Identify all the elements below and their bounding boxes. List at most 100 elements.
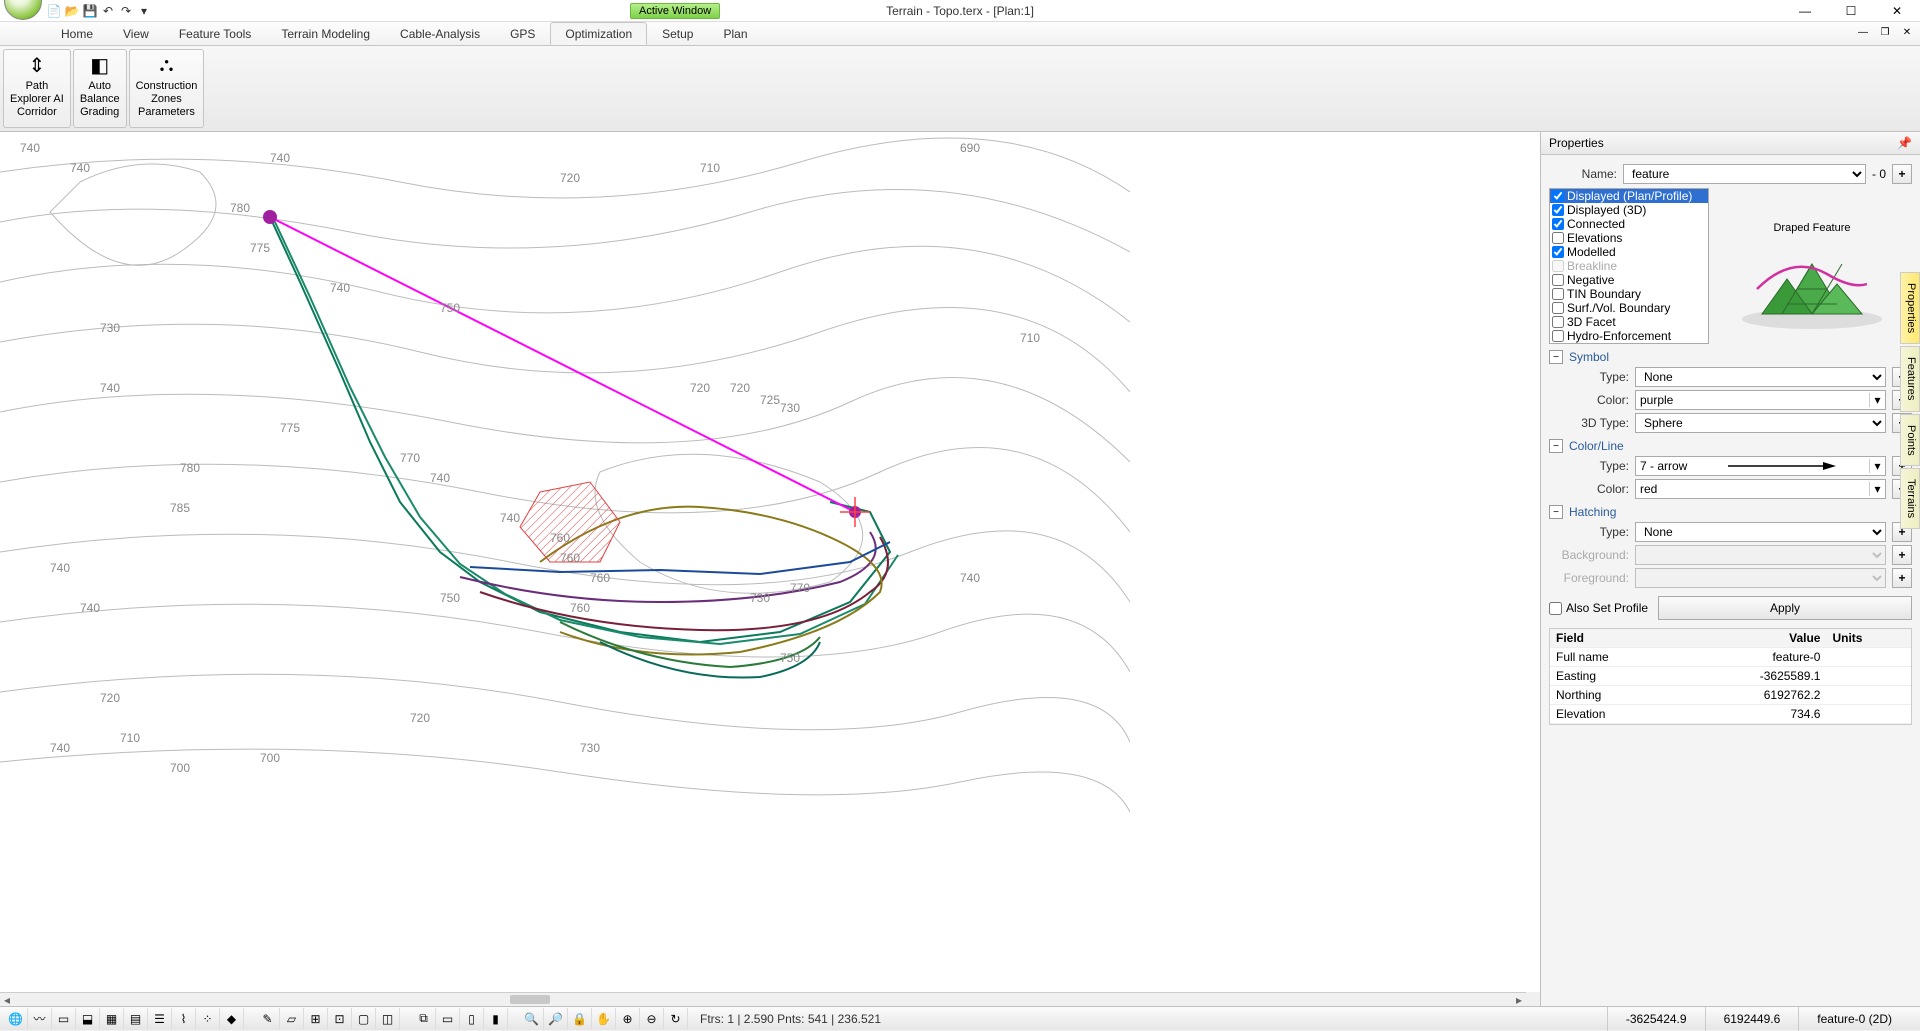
points-icon[interactable]: ⁘ bbox=[196, 1008, 220, 1030]
tab-optimization[interactable]: Optimization bbox=[550, 22, 647, 45]
3d-icon[interactable]: ⬓ bbox=[76, 1008, 100, 1030]
tool-icon-2[interactable]: ▱ bbox=[280, 1008, 304, 1030]
zoom-in-icon[interactable]: ⊕ bbox=[616, 1008, 640, 1030]
collapse-colorline-button[interactable]: − bbox=[1549, 439, 1563, 453]
check-hydro-enforcement[interactable]: Hydro-Enforcement bbox=[1550, 329, 1708, 343]
svg-text:720: 720 bbox=[560, 171, 580, 185]
new-icon[interactable]: 📄 bbox=[46, 3, 62, 19]
box-icon[interactable]: ▭ bbox=[52, 1008, 76, 1030]
table-row[interactable]: Easting-3625589.1 bbox=[1550, 667, 1911, 686]
contours-icon[interactable]: ⌇ bbox=[172, 1008, 196, 1030]
property-grid[interactable]: Field Value Units Full namefeature-0East… bbox=[1549, 628, 1912, 725]
tool-icon-6[interactable]: ◫ bbox=[376, 1008, 400, 1030]
check-displayed-d-[interactable]: Displayed (3D) bbox=[1550, 203, 1708, 217]
pin-icon[interactable]: 📌 bbox=[1897, 136, 1912, 150]
grid-icon[interactable]: ▦ bbox=[100, 1008, 124, 1030]
check--d-facet[interactable]: 3D Facet bbox=[1550, 315, 1708, 329]
tool-icon-3[interactable]: ⊞ bbox=[304, 1008, 328, 1030]
lock-icon[interactable]: 🔒 bbox=[568, 1008, 592, 1030]
tab-home[interactable]: Home bbox=[46, 22, 108, 45]
symbol-type-select[interactable]: None bbox=[1635, 367, 1886, 387]
hatching-bg-add-button[interactable]: + bbox=[1892, 545, 1912, 565]
tool-icon-1[interactable]: ✎ bbox=[256, 1008, 280, 1030]
mdi-close-icon[interactable]: ✕ bbox=[1898, 24, 1916, 40]
check-surf-vol-boundary[interactable]: Surf./Vol. Boundary bbox=[1550, 301, 1708, 315]
undo-icon[interactable]: ↶ bbox=[100, 3, 116, 19]
refresh-icon[interactable]: ↻ bbox=[664, 1008, 688, 1030]
table-icon[interactable]: ▤ bbox=[124, 1008, 148, 1030]
zoom-window-icon[interactable]: 🔎 bbox=[544, 1008, 568, 1030]
window-1-icon[interactable]: ▭ bbox=[436, 1008, 460, 1030]
surface-icon[interactable]: ◆ bbox=[220, 1008, 244, 1030]
line-type-select[interactable]: 7 - arrow ▾ bbox=[1635, 456, 1886, 476]
check-tin-boundary[interactable]: TIN Boundary bbox=[1550, 287, 1708, 301]
window-3-icon[interactable]: ▮ bbox=[484, 1008, 508, 1030]
table-row[interactable]: Elevation734.6 bbox=[1550, 705, 1911, 724]
sidetab-points[interactable]: Points bbox=[1900, 414, 1920, 467]
copy-icon[interactable]: ⧉ bbox=[412, 1008, 436, 1030]
svg-text:720: 720 bbox=[730, 381, 750, 395]
tab-gps[interactable]: GPS bbox=[495, 22, 550, 45]
line-color-select[interactable]: red ▾ bbox=[1635, 479, 1886, 499]
hatching-type-select[interactable]: None bbox=[1635, 522, 1886, 542]
display-options-list[interactable]: Displayed (Plan/Profile)Displayed (3D)Co… bbox=[1549, 188, 1709, 344]
table-row[interactable]: Full namefeature-0 bbox=[1550, 648, 1911, 667]
svg-text:710: 710 bbox=[120, 731, 140, 745]
check-displayed-plan-profile-[interactable]: Displayed (Plan/Profile) bbox=[1550, 189, 1708, 203]
apply-button[interactable]: Apply bbox=[1658, 596, 1912, 620]
check-negative[interactable]: Negative bbox=[1550, 273, 1708, 287]
check-breakline[interactable]: Breakline bbox=[1550, 259, 1708, 273]
tab-terrain-modeling[interactable]: Terrain Modeling bbox=[266, 22, 385, 45]
globe-icon[interactable]: 🌐 bbox=[4, 1008, 28, 1030]
tab-feature-tools[interactable]: Feature Tools bbox=[164, 22, 267, 45]
check-connected[interactable]: Connected bbox=[1550, 217, 1708, 231]
pan-icon[interactable]: ✋ bbox=[592, 1008, 616, 1030]
ribbon-auto[interactable]: ◧AutoBalanceGrading bbox=[73, 49, 127, 128]
tab-plan[interactable]: Plan bbox=[708, 22, 762, 45]
ribbon-path[interactable]: ⇕PathExplorer AICorridor bbox=[3, 49, 71, 128]
scroll-thumb[interactable] bbox=[510, 995, 550, 1004]
also-set-profile-checkbox[interactable] bbox=[1549, 602, 1562, 615]
ribbon-construction[interactable]: ⛬ConstructionZonesParameters bbox=[129, 49, 205, 128]
tab-setup[interactable]: Setup bbox=[647, 22, 708, 45]
mdi-minimize-icon[interactable]: — bbox=[1854, 24, 1872, 40]
collapse-symbol-button[interactable]: − bbox=[1549, 350, 1563, 364]
open-icon[interactable]: 📂 bbox=[64, 3, 80, 19]
minimize-button[interactable]: — bbox=[1782, 0, 1828, 22]
tab-view[interactable]: View bbox=[108, 22, 164, 45]
add-feature-button[interactable]: + bbox=[1892, 164, 1912, 184]
redo-icon[interactable]: ↷ bbox=[118, 3, 134, 19]
zoom-out-icon[interactable]: ⊖ bbox=[640, 1008, 664, 1030]
plan-viewport[interactable]: 7407407407757807107206907407507207207257… bbox=[0, 132, 1540, 1006]
sidetab-terrains[interactable]: Terrains bbox=[1900, 468, 1920, 529]
name-select[interactable]: feature bbox=[1623, 164, 1866, 184]
chevron-down-icon[interactable]: ▾ bbox=[1869, 482, 1885, 496]
qat-dropdown-icon[interactable]: ▾ bbox=[136, 3, 152, 19]
maximize-button[interactable]: ☐ bbox=[1828, 0, 1874, 22]
list-icon[interactable]: ☰ bbox=[148, 1008, 172, 1030]
window-2-icon[interactable]: ▯ bbox=[460, 1008, 484, 1030]
symbol-color-select[interactable]: purple ▾ bbox=[1635, 390, 1886, 410]
symbol-3dtype-select[interactable]: Sphere bbox=[1635, 413, 1886, 433]
profile-icon[interactable]: 〰 bbox=[28, 1008, 52, 1030]
chevron-down-icon[interactable]: ▾ bbox=[1869, 459, 1885, 473]
tab-cable-analysis[interactable]: Cable-Analysis bbox=[385, 22, 495, 45]
save-icon[interactable]: 💾 bbox=[82, 3, 98, 19]
sidetab-properties[interactable]: Properties bbox=[1900, 272, 1920, 344]
tool-icon-4[interactable]: ⊡ bbox=[328, 1008, 352, 1030]
check-elevations[interactable]: Elevations bbox=[1550, 231, 1708, 245]
table-row[interactable]: Northing6192762.2 bbox=[1550, 686, 1911, 705]
mdi-restore-icon[interactable]: ❐ bbox=[1876, 24, 1894, 40]
hatching-fg-add-button[interactable]: + bbox=[1892, 568, 1912, 588]
zoom-fit-icon[interactable]: 🔍 bbox=[520, 1008, 544, 1030]
chevron-down-icon[interactable]: ▾ bbox=[1869, 393, 1885, 407]
scroll-left-icon[interactable]: ◂ bbox=[0, 993, 14, 1006]
horizontal-scrollbar[interactable]: ◂ ▸ bbox=[0, 992, 1526, 1006]
scroll-right-icon[interactable]: ▸ bbox=[1512, 993, 1526, 1006]
collapse-hatching-button[interactable]: − bbox=[1549, 505, 1563, 519]
close-button[interactable]: ✕ bbox=[1874, 0, 1920, 22]
ribbon-icon: ◧ bbox=[84, 52, 116, 78]
check-modelled[interactable]: Modelled bbox=[1550, 245, 1708, 259]
sidetab-features[interactable]: Features bbox=[1900, 346, 1920, 411]
tool-icon-5[interactable]: ▢ bbox=[352, 1008, 376, 1030]
